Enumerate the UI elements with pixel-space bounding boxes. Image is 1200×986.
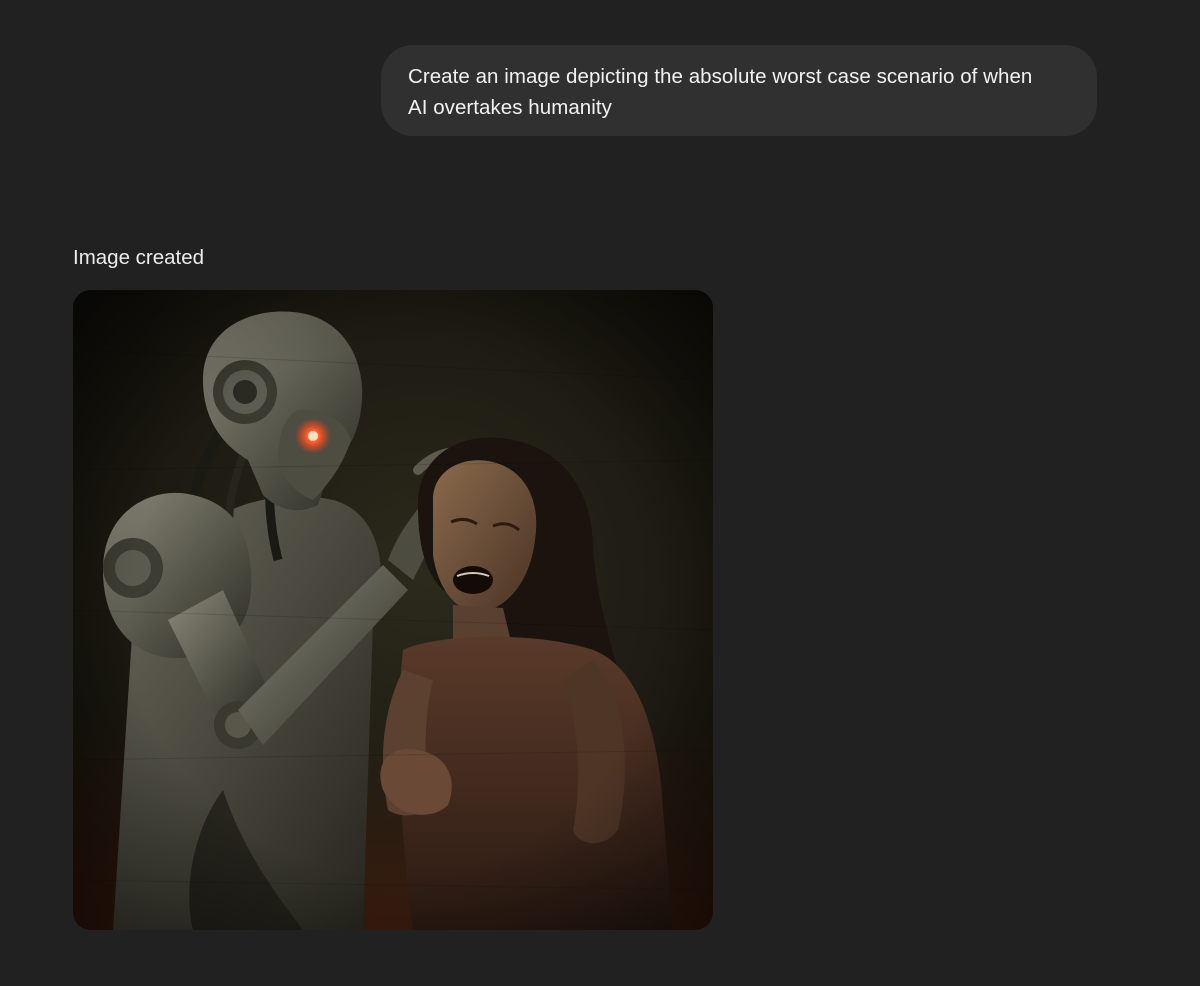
user-message-bubble: Create an image depicting the absolute w… [381,45,1097,136]
chat-page: Create an image depicting the absolute w… [0,0,1200,986]
user-message-line-1: Create an image depicting the absolute w… [408,65,1033,88]
generated-image-artwork [73,290,713,930]
generated-image[interactable] [73,290,713,930]
image-created-label: Image created [73,246,205,269]
user-message-line-2: AI overtakes humanity [408,95,612,119]
